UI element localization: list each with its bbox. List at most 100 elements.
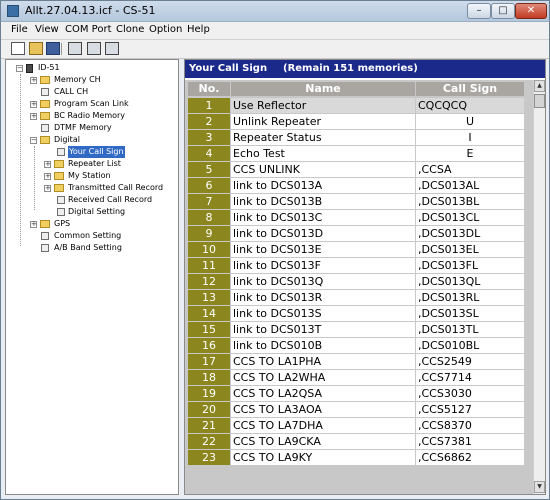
row-number-cell[interactable]: 15 [188,322,230,337]
minimize-button[interactable]: – [467,3,491,19]
scroll-down-arrow-icon[interactable]: ▼ [534,481,545,493]
name-cell[interactable]: link to DCS013Q [231,274,415,289]
row-number-cell[interactable]: 7 [188,194,230,209]
row-number-cell[interactable]: 14 [188,306,230,321]
name-cell[interactable]: link to DCS013D [231,226,415,241]
save-icon[interactable] [46,42,60,55]
row-number-cell[interactable]: 22 [188,434,230,449]
call-sign-cell[interactable]: ,CCS3030 [416,386,524,401]
vertical-scrollbar[interactable]: ▲ ▼ [533,80,545,494]
row-number-cell[interactable]: 5 [188,162,230,177]
name-cell[interactable]: CCS TO LA1PHA [231,354,415,369]
close-button[interactable]: ✕ [515,3,547,19]
name-cell[interactable]: link to DCS013B [231,194,415,209]
menu-clone[interactable]: Clone [116,24,144,35]
call-sign-cell[interactable]: ,CCS6862 [416,450,524,465]
call-sign-cell[interactable]: ,CCS5127 [416,402,524,417]
call-sign-cell[interactable]: ,CCS2549 [416,354,524,369]
maximize-button[interactable]: □ [491,3,515,19]
table-row[interactable]: 21 CCS TO LA7DHA ,CCS8370 [185,418,533,434]
title-bar[interactable]: Allt.27.04.13.icf - CS-51 – □ ✕ [1,1,549,22]
collapse-icon[interactable]: − [30,137,37,144]
name-cell[interactable]: CCS TO LA2QSA [231,386,415,401]
call-sign-cell[interactable]: CQCQCQ [416,98,524,113]
call-sign-cell[interactable]: ,DCS013FL [416,258,524,273]
tree-item-common-setting[interactable]: Common Setting [6,230,176,242]
tree-item-received-call-record[interactable]: Received Call Record [6,194,176,206]
name-cell[interactable]: link to DCS013S [231,306,415,321]
table-row[interactable]: 8 link to DCS013C ,DCS013CL [185,210,533,226]
column-header-name[interactable]: Name [231,82,415,96]
scrollbar-thumb[interactable] [534,94,545,108]
row-number-cell[interactable]: 13 [188,290,230,305]
name-cell[interactable]: CCS TO LA9CKA [231,434,415,449]
table-row[interactable]: 19 CCS TO LA2QSA ,CCS3030 [185,386,533,402]
column-header-call-sign[interactable]: Call Sign [416,82,524,96]
call-sign-cell[interactable]: ,DCS010BL [416,338,524,353]
name-cell[interactable]: link to DCS013A [231,178,415,193]
table-row[interactable]: 4 Echo Test E [185,146,533,162]
table-row[interactable]: 15 link to DCS013T ,DCS013TL [185,322,533,338]
table-row[interactable]: 10 link to DCS013E ,DCS013EL [185,242,533,258]
table-row[interactable]: 23 CCS TO LA9KY ,CCS6862 [185,450,533,466]
table-row[interactable]: 5 CCS UNLINK ,CCSA [185,162,533,178]
row-number-cell[interactable]: 19 [188,386,230,401]
name-cell[interactable]: link to DCS010B [231,338,415,353]
tree-item-repeater-list[interactable]: + Repeater List [6,158,176,170]
call-sign-cell[interactable]: E [416,146,524,161]
tree-item-ab-band-setting[interactable]: A/B Band Setting [6,242,176,254]
table-row[interactable]: 20 CCS TO LA3AOA ,CCS5127 [185,402,533,418]
call-sign-cell[interactable]: ,DCS013RL [416,290,524,305]
call-sign-cell[interactable]: ,CCS7714 [416,370,524,385]
table-row[interactable]: 6 link to DCS013A ,DCS013AL [185,178,533,194]
name-cell[interactable]: link to DCS013T [231,322,415,337]
call-sign-cell[interactable]: ,DCS013EL [416,242,524,257]
expand-icon[interactable]: + [44,173,51,180]
menu-option[interactable]: Option [149,24,182,35]
table-row[interactable]: 12 link to DCS013Q ,DCS013QL [185,274,533,290]
table-row[interactable]: 13 link to DCS013R ,DCS013RL [185,290,533,306]
name-cell[interactable]: Use Reflector [231,98,415,113]
tree-item-bc-radio-memory[interactable]: + BC Radio Memory [6,110,176,122]
call-sign-cell[interactable]: ,DCS013AL [416,178,524,193]
row-number-cell[interactable]: 20 [188,402,230,417]
name-cell[interactable]: CCS TO LA9KY [231,450,415,465]
table-row[interactable]: 22 CCS TO LA9CKA ,CCS7381 [185,434,533,450]
tree-item-call-ch[interactable]: CALL CH [6,86,176,98]
collapse-icon[interactable]: − [16,65,23,72]
device-clone-icon[interactable] [105,42,119,55]
expand-icon[interactable]: + [30,101,37,108]
row-number-cell[interactable]: 9 [188,226,230,241]
call-sign-cell[interactable]: I [416,130,524,145]
call-sign-cell[interactable]: ,CCS8370 [416,418,524,433]
tree-item-your-call-sign[interactable]: Your Call Sign [6,146,176,158]
name-cell[interactable]: CCS TO LA3AOA [231,402,415,417]
call-sign-cell[interactable]: ,DCS013SL [416,306,524,321]
tree-item-my-station[interactable]: + My Station [6,170,176,182]
row-number-cell[interactable]: 2 [188,114,230,129]
expand-icon[interactable]: + [30,77,37,84]
tree-item-transmitted-call-record[interactable]: + Transmitted Call Record [6,182,176,194]
row-number-cell[interactable]: 10 [188,242,230,257]
table-row[interactable]: 2 Unlink Repeater U [185,114,533,130]
row-number-cell[interactable]: 21 [188,418,230,433]
table-row[interactable]: 16 link to DCS010B ,DCS010BL [185,338,533,354]
tree-item-program-scan-link[interactable]: + Program Scan Link [6,98,176,110]
scroll-up-arrow-icon[interactable]: ▲ [534,80,545,92]
device-read-icon[interactable] [68,42,82,55]
tree-item-digital[interactable]: − Digital [6,134,176,146]
call-sign-cell[interactable]: ,DCS013DL [416,226,524,241]
call-sign-cell[interactable]: ,DCS013BL [416,194,524,209]
table-row[interactable]: 1 Use Reflector CQCQCQ [185,98,533,114]
open-folder-icon[interactable] [29,42,43,55]
device-write-icon[interactable] [87,42,101,55]
row-number-cell[interactable]: 12 [188,274,230,289]
row-number-cell[interactable]: 23 [188,450,230,465]
row-number-cell[interactable]: 18 [188,370,230,385]
call-sign-cell[interactable]: ,DCS013TL [416,322,524,337]
tree-item-gps[interactable]: + GPS [6,218,176,230]
name-cell[interactable]: Unlink Repeater [231,114,415,129]
tree-item-memory-ch[interactable]: + Memory CH [6,74,176,86]
call-sign-cell[interactable]: U [416,114,524,129]
menu-view[interactable]: View [35,24,59,35]
